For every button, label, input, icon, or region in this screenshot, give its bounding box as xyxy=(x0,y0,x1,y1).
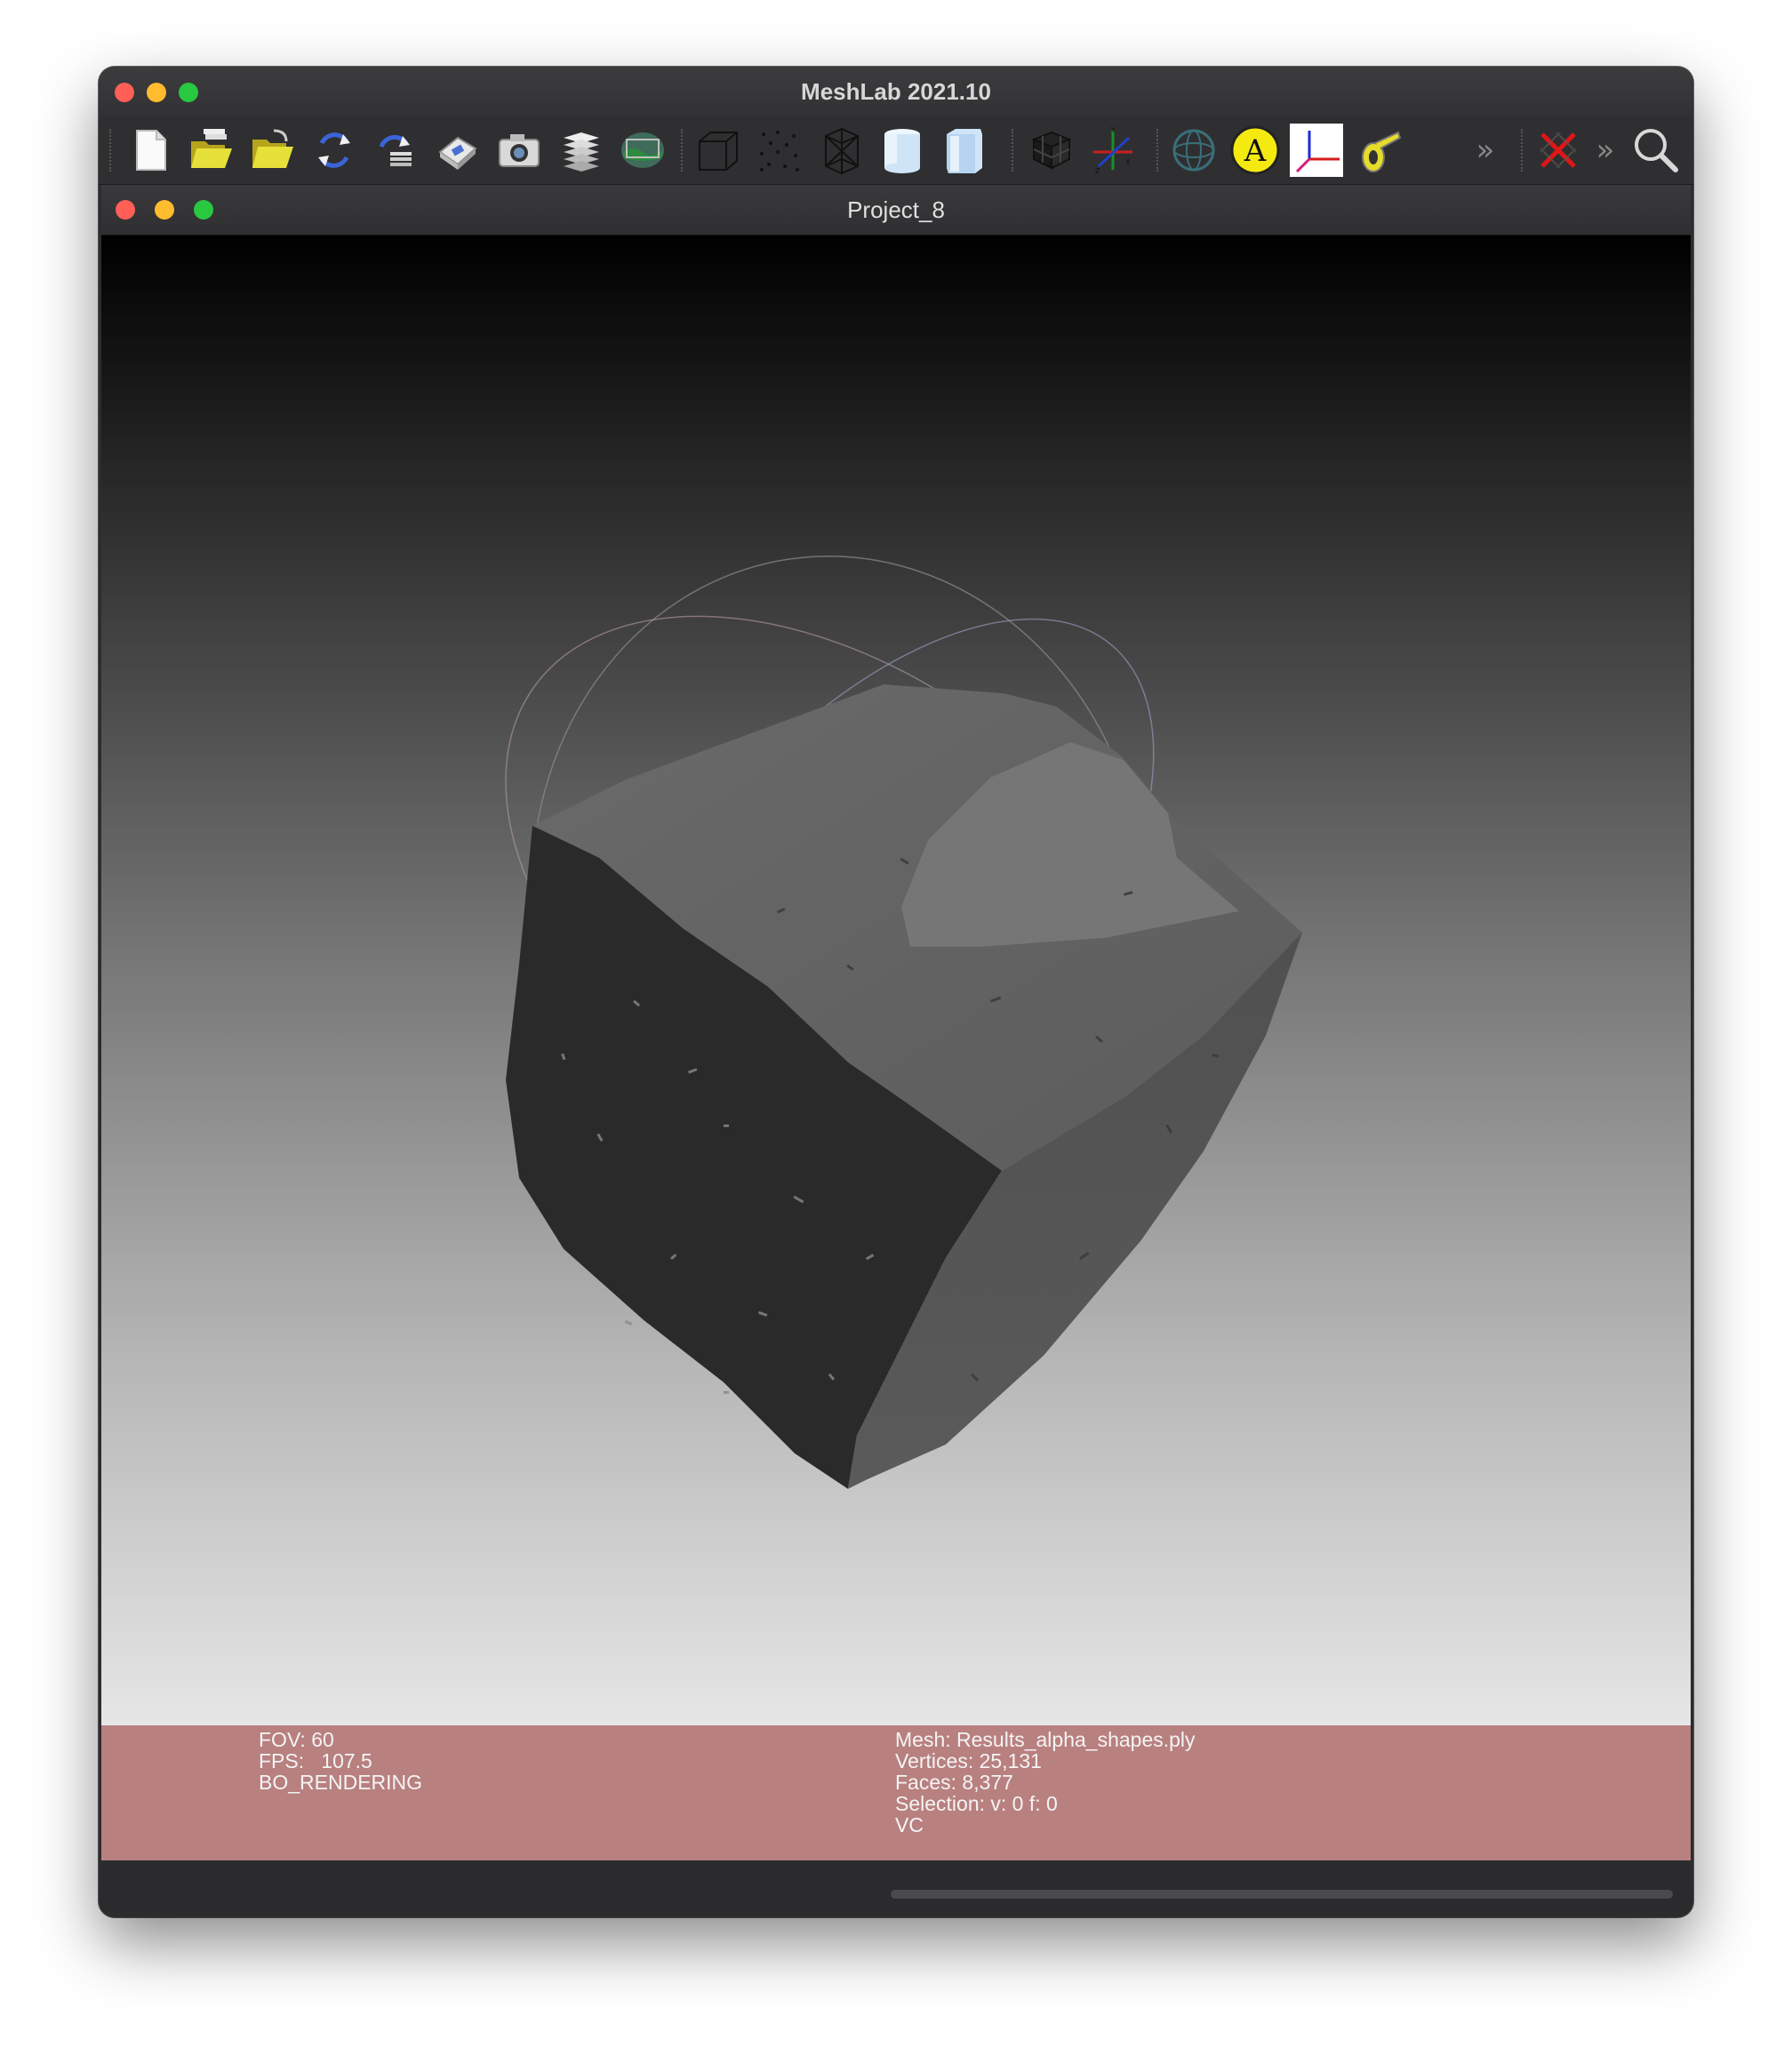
minimize-button[interactable] xyxy=(147,83,166,102)
zoom-button[interactable] xyxy=(179,83,198,102)
document-title: Project_8 xyxy=(847,196,945,223)
title-bar: MeshLab 2021.10 xyxy=(99,67,1693,116)
3d-viewport[interactable] xyxy=(101,236,1691,1725)
more-icon[interactable]: » xyxy=(1468,124,1503,177)
subwindow-title-bar: Project_8 xyxy=(101,185,1691,236)
grid-icon[interactable] xyxy=(1025,124,1078,177)
subwindow-zoom-button[interactable] xyxy=(194,200,213,220)
window-controls xyxy=(115,83,198,102)
annotation-icon[interactable]: A xyxy=(1228,124,1282,177)
export-mesh-icon[interactable] xyxy=(431,124,484,177)
subwindow-controls xyxy=(116,200,213,220)
toolbar-separator xyxy=(1012,129,1015,172)
main-toolbar: Y X Z A » » xyxy=(99,116,1693,185)
mesh-info: Mesh: Results_alpha_shapes.ply Vertices:… xyxy=(895,1729,1196,1836)
horizontal-scrollbar[interactable] xyxy=(891,1890,1673,1899)
meshlab-window: MeshLab 2021.10 Y X Z A » » Project_8 FO… xyxy=(99,67,1693,1917)
smooth-shading-icon[interactable] xyxy=(938,124,991,177)
overflow-label: » xyxy=(1596,132,1615,168)
vertices-label: Vertices: 25,131 xyxy=(895,1749,1042,1772)
toolbar-separator xyxy=(681,129,684,172)
align-icon[interactable] xyxy=(1290,124,1343,177)
selection-label: Selection: v: 0 f: 0 xyxy=(895,1792,1058,1815)
subwindow-close-button[interactable] xyxy=(116,200,135,220)
new-project-icon[interactable] xyxy=(123,124,176,177)
svg-text:Y: Y xyxy=(1110,126,1116,134)
wireframe-icon[interactable] xyxy=(815,124,868,177)
annotation-letter: A xyxy=(1244,133,1267,169)
info-panel: FOV: 60 FPS: 107.5 BO_RENDERING Mesh: Re… xyxy=(101,1725,1691,1860)
toolbar-separator xyxy=(1521,129,1524,172)
axis-icon[interactable]: Y X Z xyxy=(1086,124,1140,177)
svg-text:Z: Z xyxy=(1095,167,1100,175)
bottom-bar xyxy=(101,1860,1691,1912)
flat-shading-icon[interactable] xyxy=(876,124,929,177)
subwindow-minimize-button[interactable] xyxy=(155,200,174,220)
toolbar-separator xyxy=(109,129,113,172)
measure-icon[interactable] xyxy=(1352,124,1405,177)
reload-icon[interactable] xyxy=(308,124,361,177)
toolbar-separator xyxy=(1156,129,1160,172)
bounding-box-icon[interactable] xyxy=(691,124,744,177)
render-mode-label: BO_RENDERING xyxy=(259,1771,423,1794)
layers-icon[interactable] xyxy=(555,124,608,177)
search-icon[interactable] xyxy=(1629,124,1683,177)
import-mesh-icon[interactable] xyxy=(245,124,299,177)
mesh-name-label: Mesh: Results_alpha_shapes.ply xyxy=(895,1728,1196,1751)
window-title: MeshLab 2021.10 xyxy=(801,78,991,105)
delete-icon[interactable] xyxy=(1532,124,1585,177)
trackball-icon[interactable] xyxy=(1167,124,1220,177)
points-icon[interactable] xyxy=(753,124,806,177)
more-icon[interactable]: » xyxy=(1588,124,1623,177)
color-mode-label: VC xyxy=(895,1813,924,1836)
fov-label: FOV: 60 xyxy=(259,1728,334,1751)
faces-label: Faces: 8,377 xyxy=(895,1771,1013,1794)
project-subwindow: Project_8 FOV: 60 FPS: 107.5 BO_RENDERIN… xyxy=(101,185,1691,1912)
render-info: FOV: 60 FPS: 107.5 BO_RENDERING xyxy=(259,1729,422,1793)
snapshot-icon[interactable] xyxy=(492,124,546,177)
svg-text:X: X xyxy=(1125,158,1131,166)
raster-icon[interactable] xyxy=(616,124,669,177)
open-project-icon[interactable] xyxy=(184,124,237,177)
reload-all-icon[interactable] xyxy=(369,124,422,177)
mesh-render xyxy=(505,556,1302,1489)
overflow-label: » xyxy=(1476,132,1495,168)
fps-label: FPS: 107.5 xyxy=(259,1749,372,1772)
close-button[interactable] xyxy=(115,83,134,102)
